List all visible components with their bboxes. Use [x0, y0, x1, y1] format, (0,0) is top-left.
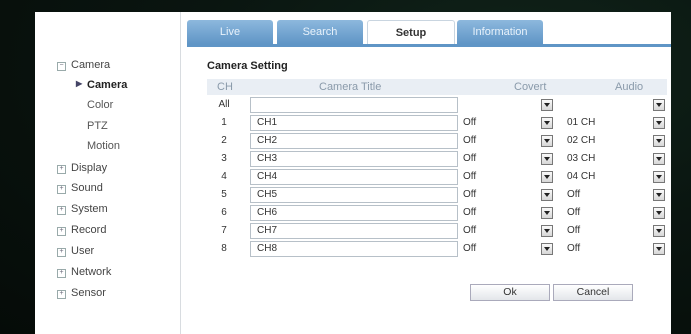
- sidebar-subitem-motion[interactable]: Motion: [87, 140, 120, 152]
- covert-value: Off: [463, 171, 477, 182]
- audio-value: Off: [567, 243, 581, 254]
- camera-title-field[interactable]: CH6: [250, 205, 458, 221]
- cancel-button[interactable]: Cancel: [553, 284, 633, 301]
- table-row: 5 CH5 Off Off: [207, 186, 667, 204]
- covert-dropdown[interactable]: [541, 171, 553, 183]
- tab-underline: [187, 44, 671, 47]
- tab-setup[interactable]: Setup: [367, 20, 455, 45]
- covert-dropdown[interactable]: [541, 189, 553, 201]
- sidebar-item-sound[interactable]: + Sound: [57, 182, 103, 194]
- sidebar-subitem-color[interactable]: Color: [87, 99, 113, 111]
- audio-value: 01 CH: [567, 117, 596, 128]
- ch-label: 8: [221, 243, 227, 254]
- ch-label: 7: [221, 225, 227, 236]
- camera-title-field[interactable]: CH7: [250, 223, 458, 239]
- covert-value: Off: [463, 153, 477, 164]
- audio-dropdown[interactable]: [653, 243, 665, 255]
- audio-value: Off: [567, 207, 581, 218]
- ch-label: All: [218, 99, 230, 110]
- expand-icon: +: [57, 269, 66, 278]
- expand-icon: +: [57, 227, 66, 236]
- covert-value: Off: [463, 207, 477, 218]
- expand-icon: +: [57, 165, 66, 174]
- audio-value: Off: [567, 189, 581, 200]
- table-row: 2 CH2 Off 02 CH: [207, 132, 667, 150]
- sidebar-subitem-ptz[interactable]: PTZ: [87, 120, 108, 132]
- covert-value: Off: [463, 189, 477, 200]
- arrow-right-icon: ▶: [76, 79, 83, 88]
- table-header: CH Camera Title Covert Audio: [207, 79, 667, 95]
- camera-title-field[interactable]: CH5: [250, 187, 458, 203]
- sidebar-item-display[interactable]: + Display: [57, 162, 107, 174]
- ok-button[interactable]: Ok: [470, 284, 550, 301]
- ch-label: 1: [221, 117, 227, 128]
- tab-search[interactable]: Search: [277, 20, 363, 44]
- audio-dropdown[interactable]: [653, 189, 665, 201]
- audio-value: Off: [567, 225, 581, 236]
- ch-label: 6: [221, 207, 227, 218]
- sidebar-item-camera[interactable]: − Camera: [57, 59, 110, 71]
- audio-value: 03 CH: [567, 153, 596, 164]
- audio-dropdown[interactable]: [653, 135, 665, 147]
- sidebar-item-user[interactable]: + User: [57, 245, 94, 257]
- col-audio: Audio: [615, 81, 644, 93]
- tab-live[interactable]: Live: [187, 20, 273, 44]
- camera-title-field[interactable]: CH8: [250, 241, 458, 257]
- expand-icon: +: [57, 206, 66, 215]
- ch-label: 2: [221, 135, 227, 146]
- covert-value: Off: [463, 243, 477, 254]
- camera-title-field[interactable]: [250, 97, 458, 113]
- audio-dropdown[interactable]: [653, 207, 665, 219]
- camera-title-field[interactable]: CH1: [250, 115, 458, 131]
- ch-label: 4: [221, 171, 227, 182]
- audio-dropdown[interactable]: [653, 99, 665, 111]
- table-row: 6 CH6 Off Off: [207, 204, 667, 222]
- ch-label: 5: [221, 189, 227, 200]
- collapse-icon: −: [57, 62, 66, 71]
- table-row: 8 CH8 Off Off: [207, 240, 667, 258]
- audio-value: 02 CH: [567, 135, 596, 146]
- audio-dropdown[interactable]: [653, 153, 665, 165]
- sidebar-item-network[interactable]: + Network: [57, 266, 111, 278]
- covert-value: Off: [463, 117, 477, 128]
- covert-value: Off: [463, 135, 477, 146]
- audio-dropdown[interactable]: [653, 171, 665, 183]
- covert-dropdown[interactable]: [541, 243, 553, 255]
- audio-value: 04 CH: [567, 171, 596, 182]
- ch-label: 3: [221, 153, 227, 164]
- sidebar-item-record[interactable]: + Record: [57, 224, 106, 236]
- sidebar-item-system[interactable]: + System: [57, 203, 108, 215]
- camera-title-field[interactable]: CH4: [250, 169, 458, 185]
- covert-dropdown[interactable]: [541, 225, 553, 237]
- covert-dropdown[interactable]: [541, 207, 553, 219]
- table-row: 7 CH7 Off Off: [207, 222, 667, 240]
- page-title: Camera Setting: [207, 60, 288, 72]
- covert-dropdown[interactable]: [541, 117, 553, 129]
- table-row: 4 CH4 Off 04 CH: [207, 168, 667, 186]
- covert-dropdown[interactable]: [541, 135, 553, 147]
- expand-icon: +: [57, 248, 66, 257]
- covert-dropdown[interactable]: [541, 99, 553, 111]
- setup-panel: − Camera ▶ Camera Color PTZ Motion + Displa…: [35, 12, 671, 334]
- table-row-all: All: [207, 96, 667, 114]
- col-ch: CH: [217, 81, 233, 93]
- covert-dropdown[interactable]: [541, 153, 553, 165]
- sidebar-item-sensor[interactable]: + Sensor: [57, 287, 106, 299]
- audio-dropdown[interactable]: [653, 225, 665, 237]
- sidebar-subitem-camera[interactable]: ▶ Camera: [76, 79, 127, 91]
- col-camera-title: Camera Title: [319, 81, 382, 93]
- tab-information[interactable]: Information: [457, 20, 543, 44]
- sidebar: − Camera ▶ Camera Color PTZ Motion + Displa…: [35, 12, 181, 334]
- covert-value: Off: [463, 225, 477, 236]
- table-row: 3 CH3 Off 03 CH: [207, 150, 667, 168]
- col-covert: Covert: [514, 81, 547, 93]
- expand-icon: +: [57, 290, 66, 299]
- camera-title-field[interactable]: CH3: [250, 151, 458, 167]
- expand-icon: +: [57, 185, 66, 194]
- camera-title-field[interactable]: CH2: [250, 133, 458, 149]
- table-row: 1 CH1 Off 01 CH: [207, 114, 667, 132]
- audio-dropdown[interactable]: [653, 117, 665, 129]
